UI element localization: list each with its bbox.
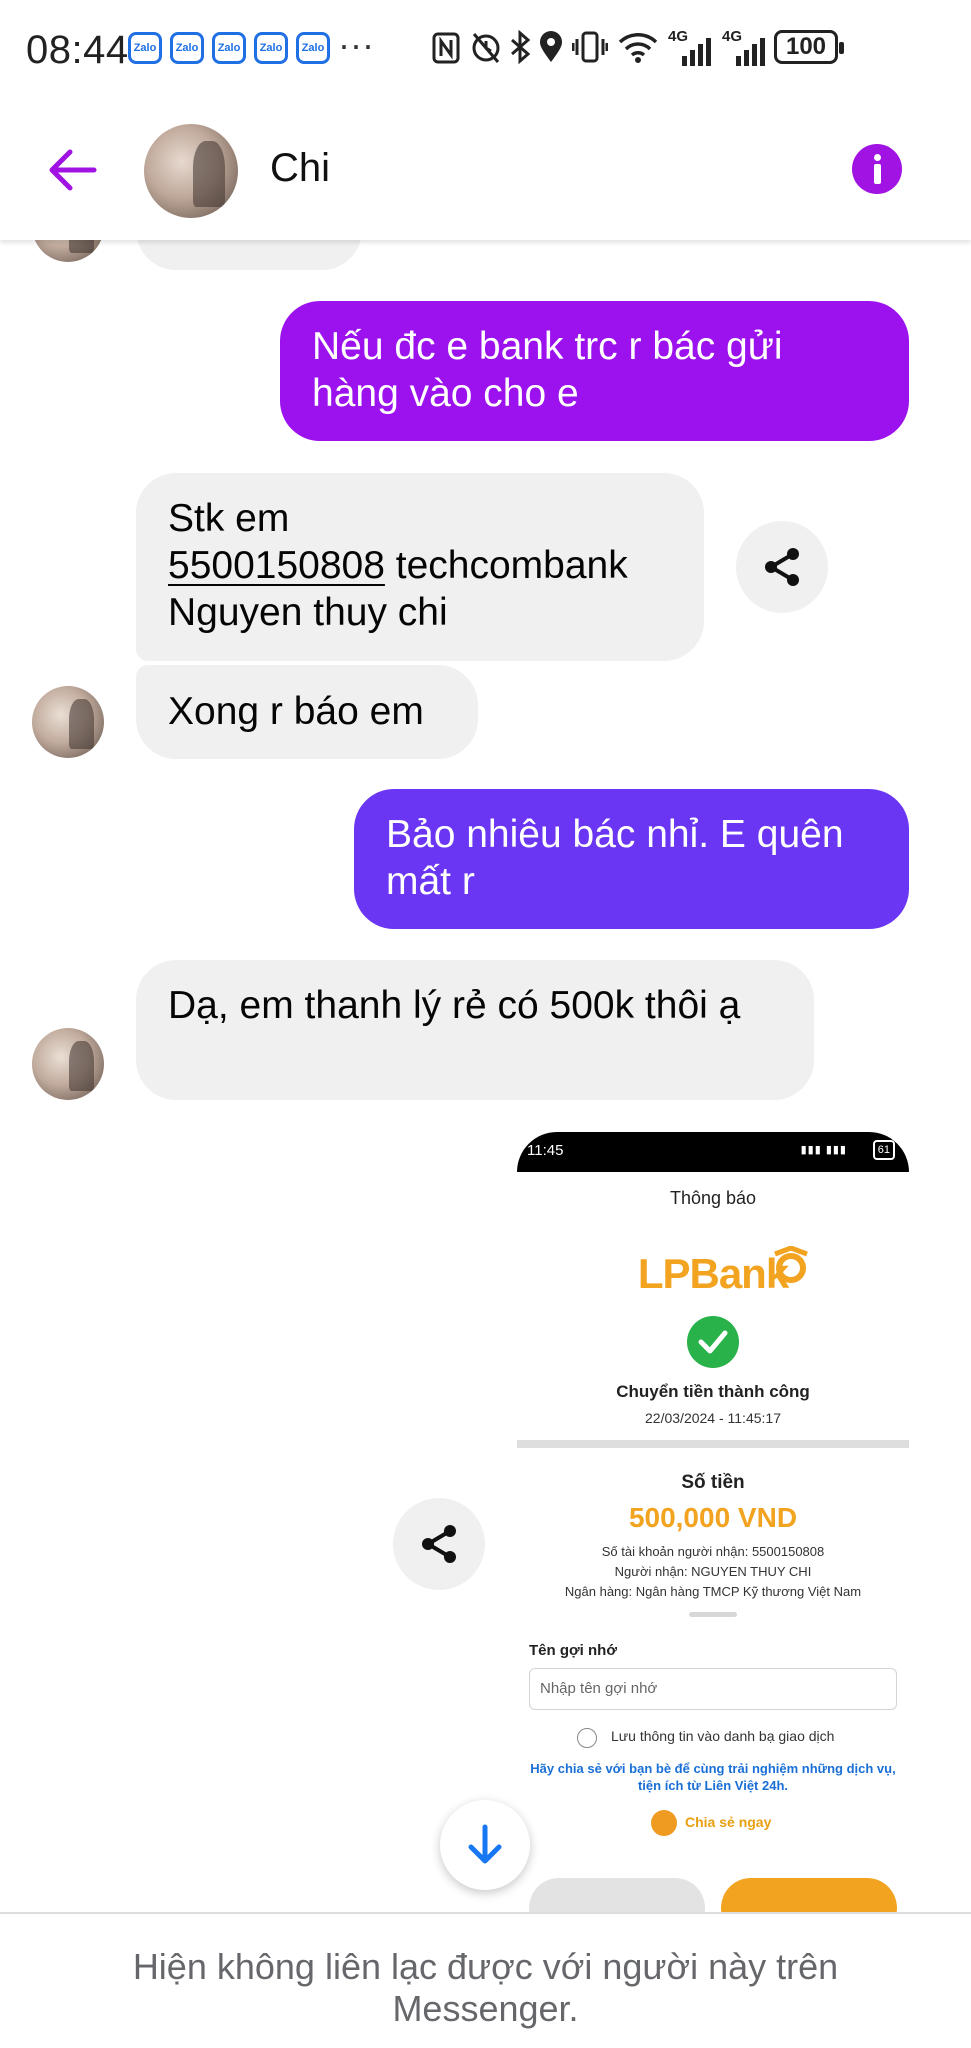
alarm-off-icon [472,33,500,63]
image-attachment[interactable]: 11:45 ▮▮▮ ▮▮▮ 61 Thông báo LPBank Chuyển… [517,1132,909,1912]
signal-icon [736,38,765,66]
share-now-icon [651,1810,677,1836]
amount-label: Số tiền [681,1472,745,1493]
recipient-name: Người nhận: NGUYEN THUY CHI [614,1564,812,1579]
contact-name[interactable]: Chi [270,146,330,191]
receipt-title: Thông báo [669,1188,757,1208]
screenshot-time: 11:45 [527,1142,564,1159]
share-button[interactable] [393,1498,485,1590]
share-icon [422,1525,456,1563]
recipient-bank: Ngân hàng: Ngân hàng TMCP Kỹ thương Việt… [564,1584,862,1599]
status-time: 08:44 [26,28,129,72]
contact-avatar-small[interactable] [32,686,104,758]
share-button[interactable] [736,521,828,613]
zalo-notification-icon: Zalo [212,32,246,64]
more-notifications-icon: ··· [338,24,374,65]
scroll-to-bottom-button[interactable] [440,1800,530,1890]
divider [517,1440,909,1448]
arrow-left-icon[interactable] [44,142,100,198]
message-bubble-incoming[interactable]: Stk em 5500150808 techcombank Nguyen thu… [136,473,704,661]
message-line: Nguyen thuy chi [168,591,448,634]
zalo-notification-icon: Zalo [296,32,330,64]
conversation-header: Chi [0,100,971,240]
screenshot-battery: 61 [872,1140,895,1160]
success-check-icon [687,1316,739,1368]
screenshot-status-bar: 11:45 ▮▮▮ ▮▮▮ 61 [517,1132,909,1172]
unavailable-text: Hiện không liên lạc được với người này t… [132,1946,839,2029]
status-bar: 08:44 Zalo Zalo Zalo Zalo Zalo ··· 4G 4G… [0,0,971,100]
alias-input: Nhập tên gợi nhớ [529,1668,897,1710]
zalo-notification-icon: Zalo [128,32,162,64]
receipt-button-secondary [529,1878,705,1912]
recipient-account: Số tài khoản người nhận: 5500150808 [601,1544,825,1559]
save-contact-label: Lưu thông tin vào danh bạ giao dịch [611,1728,835,1744]
transfer-amount: 500,000 VND [628,1502,798,1533]
transfer-success-text: Chuyển tiền thành công [616,1382,810,1401]
message-text: Dạ, em thanh lý rẻ có 500k thôi ạ [168,984,741,1027]
bluetooth-icon [511,30,531,64]
info-icon[interactable] [852,144,902,194]
message-text: Nếu đc e bank trc r bác gửi hàng vào cho… [312,325,783,415]
save-contact-radio [577,1728,597,1748]
message-bubble-partial [136,240,362,270]
vibrate-icon [572,31,608,63]
contact-avatar-small [32,240,104,262]
alias-label: Tên gợi nhớ [529,1642,617,1659]
transfer-datetime: 22/03/2024 - 11:45:17 [645,1410,781,1426]
message-line-bank: techcombank [395,544,628,587]
message-text: Bảo nhiêu bác nhỉ. E quên mất r [386,813,844,903]
unavailable-notice: Hiện không liên lạc được với người này t… [0,1912,971,2048]
message-text: Xong r báo em [168,690,424,733]
transfer-receipt: Thông báo LPBank Chuyển tiền thành công … [517,1172,909,1912]
sheet-handle [689,1612,737,1617]
wifi-icon [618,33,658,63]
message-list[interactable]: Nếu đc e bank trc r bác gửi hàng vào cho… [0,240,971,1912]
message-bubble-outgoing[interactable]: Bảo nhiêu bác nhỉ. E quên mất r [354,789,909,929]
lpbank-logo-mark-icon [774,1246,808,1283]
promo-text: Hãy chia sẻ với bạn bè để cùng trải nghi… [530,1761,896,1793]
location-icon [540,31,562,62]
lpbank-logo: LPBank [637,1250,789,1297]
message-bubble-incoming[interactable]: Dạ, em thanh lý rẻ có 500k thôi ạ [136,960,814,1100]
zalo-notification-icon: Zalo [254,32,288,64]
nfc-icon [432,32,460,64]
arrow-down-icon [468,1824,502,1864]
message-line: Stk em [168,497,290,540]
contact-avatar-small[interactable] [32,1028,104,1100]
battery-indicator: 100 [774,30,844,64]
account-number-link[interactable]: 5500150808 [168,544,385,587]
contact-avatar[interactable] [144,124,238,218]
message-bubble-incoming[interactable]: Xong r báo em [136,665,478,759]
share-now-label: Chia sẻ ngay [685,1814,772,1830]
screenshot-signal-icons: ▮▮▮ ▮▮▮ [800,1144,847,1156]
message-bubble-outgoing[interactable]: Nếu đc e bank trc r bác gửi hàng vào cho… [280,301,909,441]
signal-icon [682,38,711,66]
zalo-notification-icon: Zalo [170,32,204,64]
receipt-button-primary [721,1878,897,1912]
message-line: 5500150808 techcombank [168,542,672,589]
share-icon [765,548,799,586]
